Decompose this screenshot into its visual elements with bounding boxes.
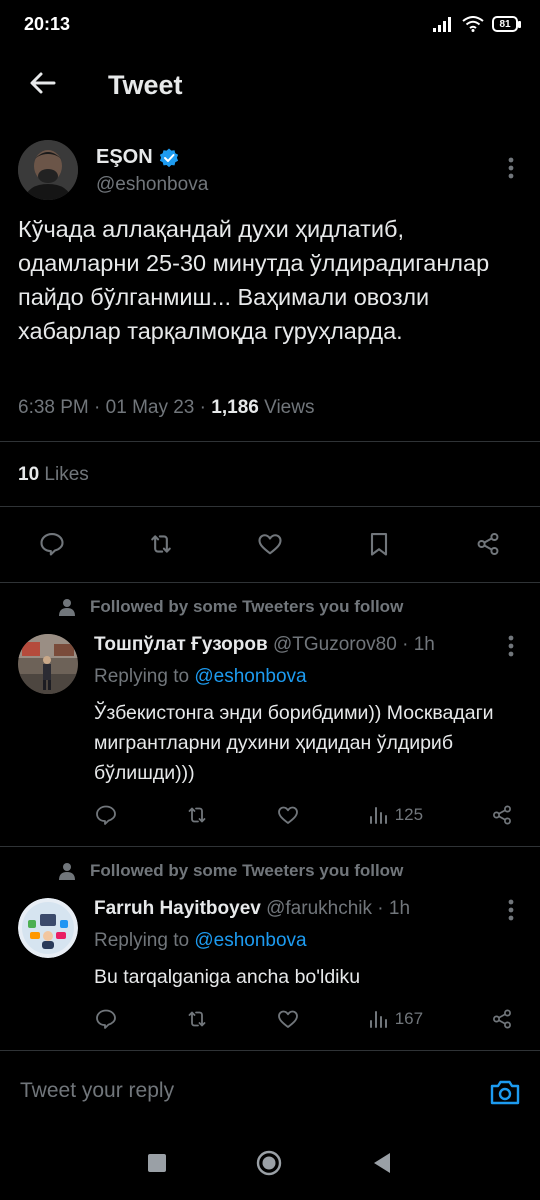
retweet-icon[interactable] bbox=[147, 530, 175, 558]
camera-button[interactable] bbox=[488, 1075, 522, 1109]
views-count: 167 bbox=[394, 1009, 424, 1028]
author-avatar[interactable] bbox=[18, 140, 78, 200]
retweet-icon[interactable] bbox=[185, 1007, 209, 1031]
reply-age: 1h bbox=[388, 898, 411, 919]
likes-label: Likes bbox=[44, 464, 89, 485]
system-nav-bar bbox=[0, 1130, 540, 1200]
divider bbox=[0, 582, 540, 583]
wifi-icon bbox=[462, 16, 484, 32]
social-context-text: Followed by some Tweeters you follow bbox=[90, 597, 404, 616]
views-count: 1,186 bbox=[211, 397, 259, 418]
retweet-icon[interactable] bbox=[185, 803, 209, 827]
tweet-date: 01 May 23 bbox=[105, 397, 195, 418]
author-name[interactable]: EŞON bbox=[96, 146, 153, 169]
replying-to: Replying to @eshonbova bbox=[94, 666, 307, 688]
social-context: Followed by some Tweeters you follow bbox=[58, 597, 403, 617]
tweet-actions bbox=[18, 524, 522, 564]
author-handle[interactable]: @eshonbova bbox=[96, 174, 208, 196]
more-options-button[interactable] bbox=[500, 154, 522, 182]
reply-avatar[interactable] bbox=[18, 634, 78, 694]
views-button[interactable]: 167 bbox=[367, 1007, 423, 1031]
arrow-left-icon bbox=[30, 72, 56, 94]
reply-more-button[interactable] bbox=[500, 896, 522, 924]
reply-icon[interactable] bbox=[38, 530, 66, 558]
more-vertical-icon bbox=[508, 157, 514, 179]
status-time: 20:13 bbox=[24, 14, 71, 34]
share-icon[interactable] bbox=[474, 530, 502, 558]
likes-row[interactable]: 10 Likes bbox=[18, 464, 89, 486]
reply-actions: 125 bbox=[94, 799, 514, 831]
reply-text: Bu tarqalganiga ancha bo'ldiku bbox=[94, 966, 361, 988]
back-button[interactable] bbox=[26, 66, 60, 100]
reply-actions: 167 bbox=[94, 1003, 514, 1035]
replying-to: Replying to @eshonbova bbox=[94, 930, 307, 952]
replying-to-link[interactable]: @eshonbova bbox=[194, 930, 306, 951]
social-context: Followed by some Tweeters you follow bbox=[58, 861, 403, 881]
replying-prefix: Replying to bbox=[94, 930, 190, 951]
reply-text: Ўзбекистонга энди борибдими)) Москвадаги… bbox=[94, 702, 494, 784]
like-icon[interactable] bbox=[256, 530, 284, 558]
reply-author-handle[interactable]: @TGuzorov80 bbox=[273, 634, 397, 655]
reply-more-button[interactable] bbox=[500, 632, 522, 660]
divider bbox=[0, 846, 540, 847]
person-icon bbox=[58, 598, 76, 616]
reply-age: 1h bbox=[413, 634, 435, 655]
reply-icon[interactable] bbox=[94, 1007, 118, 1031]
reply-icon[interactable] bbox=[94, 803, 118, 827]
divider bbox=[0, 441, 540, 442]
divider bbox=[0, 1050, 540, 1051]
tweet-text: Кўчада аллақандай духи ҳидлатиб, одамлар… bbox=[18, 216, 490, 344]
views-count: 125 bbox=[394, 805, 424, 824]
tweet-time: 6:38 PM bbox=[18, 397, 89, 418]
bookmark-icon[interactable] bbox=[365, 530, 393, 558]
reply-avatar[interactable] bbox=[18, 898, 78, 958]
views-icon bbox=[369, 807, 387, 824]
home-circle-icon[interactable] bbox=[256, 1150, 282, 1176]
views-button[interactable]: 125 bbox=[367, 803, 423, 827]
status-icons: 81 bbox=[432, 16, 521, 32]
replying-prefix: Replying to bbox=[94, 666, 190, 687]
reply-author-handle[interactable]: @farukhchik bbox=[266, 898, 372, 919]
author-name-row[interactable]: EŞON bbox=[96, 146, 179, 169]
back-triangle-icon[interactable] bbox=[372, 1152, 392, 1174]
reply-header: Тошпўлат Ғузоров @TGuzorov80 · 1h bbox=[94, 634, 435, 655]
share-icon[interactable] bbox=[490, 1007, 514, 1031]
reply-input[interactable] bbox=[18, 1078, 462, 1104]
views-icon bbox=[369, 1011, 387, 1028]
more-vertical-icon bbox=[508, 635, 514, 657]
like-icon[interactable] bbox=[276, 1007, 300, 1031]
replying-to-link[interactable]: @eshonbova bbox=[194, 666, 306, 687]
verified-badge-icon bbox=[159, 148, 179, 168]
person-icon bbox=[58, 862, 76, 880]
share-icon[interactable] bbox=[490, 803, 514, 827]
battery-icon: 81 bbox=[492, 16, 521, 32]
recents-square-icon[interactable] bbox=[148, 1154, 166, 1172]
tweet-meta: 6:38 PM · 01 May 23 · 1,186 Views bbox=[18, 397, 315, 418]
reply-author-name[interactable]: Тошпўлат Ғузоров bbox=[94, 634, 268, 655]
reply-header: Farruh Hayitboyev @farukhchik · 1h bbox=[94, 898, 411, 919]
signal-icon bbox=[432, 16, 454, 32]
likes-count: 10 bbox=[18, 464, 40, 485]
camera-icon bbox=[490, 1080, 520, 1105]
page-title: Tweet bbox=[108, 70, 183, 100]
views-label: Views bbox=[264, 397, 315, 418]
like-icon[interactable] bbox=[276, 803, 300, 827]
status-bar: 20:13 81 bbox=[0, 0, 540, 52]
more-vertical-icon bbox=[508, 899, 514, 921]
divider bbox=[0, 506, 540, 507]
social-context-text: Followed by some Tweeters you follow bbox=[90, 861, 404, 880]
reply-author-name[interactable]: Farruh Hayitboyev bbox=[94, 898, 261, 919]
